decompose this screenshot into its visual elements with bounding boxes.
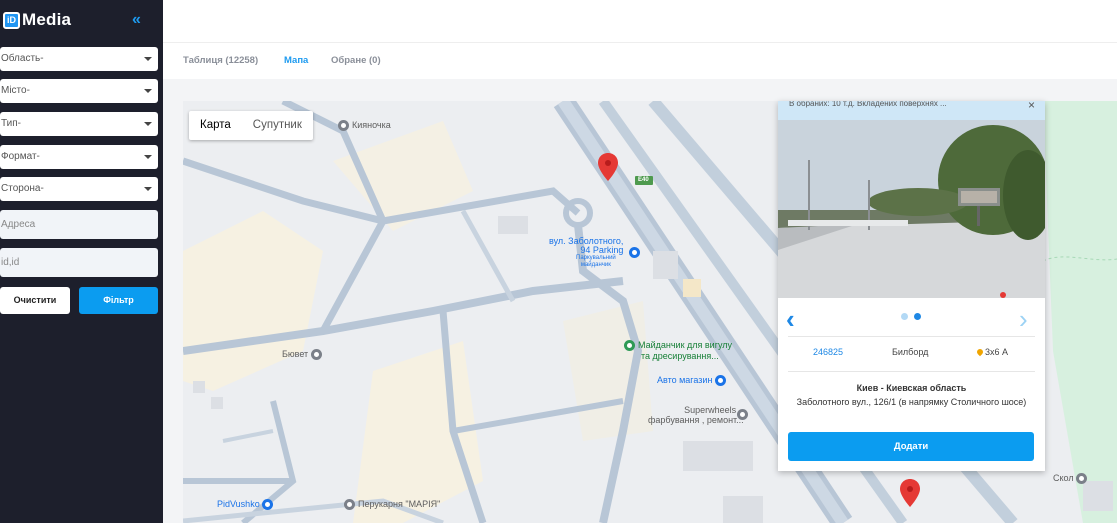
poi-superwheels-icon xyxy=(737,409,751,421)
city-select-value: Місто- xyxy=(1,85,30,96)
poi-kiyanochka[interactable]: Кияночка xyxy=(338,120,391,132)
logo-badge: iD xyxy=(3,11,20,29)
divider xyxy=(788,371,1035,372)
billboard-region: Киев - Киевская область xyxy=(856,383,967,393)
billboard-id[interactable]: 246825 xyxy=(813,347,843,357)
poi-pin-icon xyxy=(338,120,349,132)
format-select[interactable]: Формат- xyxy=(0,145,158,169)
divider xyxy=(788,336,1035,337)
poi-barber[interactable]: Перукарня "МАРІЯ" xyxy=(344,499,441,511)
close-icon[interactable]: × xyxy=(1028,98,1035,112)
road-shield-label: E40 xyxy=(638,177,649,183)
add-button[interactable]: Додати xyxy=(788,432,1034,461)
poi-auto-shop[interactable]: Авто магазин xyxy=(657,375,729,387)
format-select-value: Формат- xyxy=(1,151,40,162)
logo[interactable]: iD Media xyxy=(3,10,71,30)
collapse-sidebar-icon[interactable]: « xyxy=(132,11,141,29)
poi-dog-park[interactable]: Майданчик для вигулу та дресирування... xyxy=(624,340,732,361)
sidebar: iD Media « Область- Місто- Тип- Формат- … xyxy=(0,0,163,523)
poi-pin-icon xyxy=(344,499,355,511)
billboard-size-value: 3х6 А xyxy=(985,347,1009,357)
address-input-placeholder: Адреса xyxy=(1,219,36,230)
poi-label: Superwheels – xyxy=(684,405,744,415)
location-pin-icon xyxy=(975,347,985,357)
view-tabs: Таблиця (12258) Мапа Обране (0) xyxy=(163,43,1117,79)
poi-pidvushko[interactable]: PidVushko xyxy=(217,499,276,511)
poi-superwheels[interactable]: Superwheels – фарбування , ремонт... xyxy=(648,405,744,425)
poi-pin-icon xyxy=(310,349,322,361)
slide-dot-2[interactable] xyxy=(914,313,921,320)
parking-icon[interactable] xyxy=(629,247,643,259)
poi-label: майданчик xyxy=(580,262,611,268)
billboard-photo[interactable] xyxy=(778,120,1045,298)
billboard-marker-icon[interactable] xyxy=(598,153,618,181)
billboard-marker-icon[interactable] xyxy=(900,479,920,507)
poi-label: Майданчик для вигулу xyxy=(638,340,733,350)
tab-map[interactable]: Мапа xyxy=(284,55,308,66)
clear-button[interactable]: Очистити xyxy=(0,287,70,314)
logo-text: Media xyxy=(22,10,72,29)
chevron-down-icon xyxy=(144,89,152,93)
billboard-photo-image xyxy=(778,120,1045,298)
poi-pin-icon xyxy=(262,499,274,511)
filter-button[interactable]: Фільтр xyxy=(79,287,158,314)
chevron-down-icon xyxy=(144,57,152,61)
map-type-map[interactable]: Карта xyxy=(189,111,242,140)
poi-parking[interactable]: вул. Заболотного, 94 Parking xyxy=(549,237,623,255)
top-bar xyxy=(163,0,1117,43)
poi-label: Перукарня "МАРІЯ" xyxy=(358,499,441,509)
poi-parking-sub: Паркувальний майданчик xyxy=(576,255,616,269)
poi-buvet[interactable]: Бювет xyxy=(282,349,325,361)
poi-label: Кияночка xyxy=(352,120,391,130)
chevron-down-icon xyxy=(144,155,152,159)
billboard-type: Билборд xyxy=(892,347,929,357)
poi-label: Скол xyxy=(1053,473,1074,483)
side-select-value: Сторона- xyxy=(1,183,44,194)
poi-skol[interactable]: Скол xyxy=(1053,473,1090,485)
address-input[interactable]: Адреса xyxy=(0,210,158,239)
tab-table[interactable]: Таблиця (12258) xyxy=(183,55,258,66)
ids-input-placeholder: id,id xyxy=(1,257,20,268)
parking-pin-icon xyxy=(629,247,640,259)
poi-pin-icon xyxy=(714,375,726,387)
poi-label: фарбування , ремонт... xyxy=(648,415,744,425)
previous-slide-arrow-icon[interactable]: ‹ xyxy=(786,304,795,335)
billboard-size: 3х6 А xyxy=(975,347,1009,357)
region-select[interactable]: Область- xyxy=(0,47,158,71)
poi-label: та дресирування... xyxy=(641,351,719,362)
poi-label: Паркувальний xyxy=(576,255,616,261)
poi-label: 94 Parking xyxy=(580,245,624,255)
type-select-value: Тип- xyxy=(1,118,21,129)
next-slide-arrow-icon[interactable]: › xyxy=(1019,304,1028,335)
map-type-toggle: Карта Супутник xyxy=(189,111,313,140)
poi-label: Авто магазин xyxy=(657,375,713,385)
ids-input[interactable]: id,id xyxy=(0,248,158,277)
chevron-down-icon xyxy=(144,122,152,126)
city-select[interactable]: Місто- xyxy=(0,79,158,103)
billboard-address: Заболотного вул., 126/1 (в напрямку Стол… xyxy=(796,397,1027,407)
poi-pin-icon xyxy=(737,409,748,421)
poi-label: Бювет xyxy=(282,349,309,359)
poi-pin-icon xyxy=(624,340,635,352)
poi-label: PidVushko xyxy=(217,499,260,509)
billboard-popup: В обраних: 10 т.д. Вкладених поверхнях .… xyxy=(778,98,1045,471)
poi-pin-icon xyxy=(1076,473,1088,485)
side-select[interactable]: Сторона- xyxy=(0,177,158,201)
popup-header: В обраних: 10 т.д. Вкладених поверхнях .… xyxy=(778,101,1045,120)
chevron-down-icon xyxy=(144,187,152,191)
slide-dot-1[interactable] xyxy=(901,313,908,320)
region-select-value: Область- xyxy=(1,53,44,64)
tab-favorites[interactable]: Обране (0) xyxy=(331,55,381,66)
type-select[interactable]: Тип- xyxy=(0,112,158,136)
map-type-satellite[interactable]: Супутник xyxy=(242,111,313,140)
